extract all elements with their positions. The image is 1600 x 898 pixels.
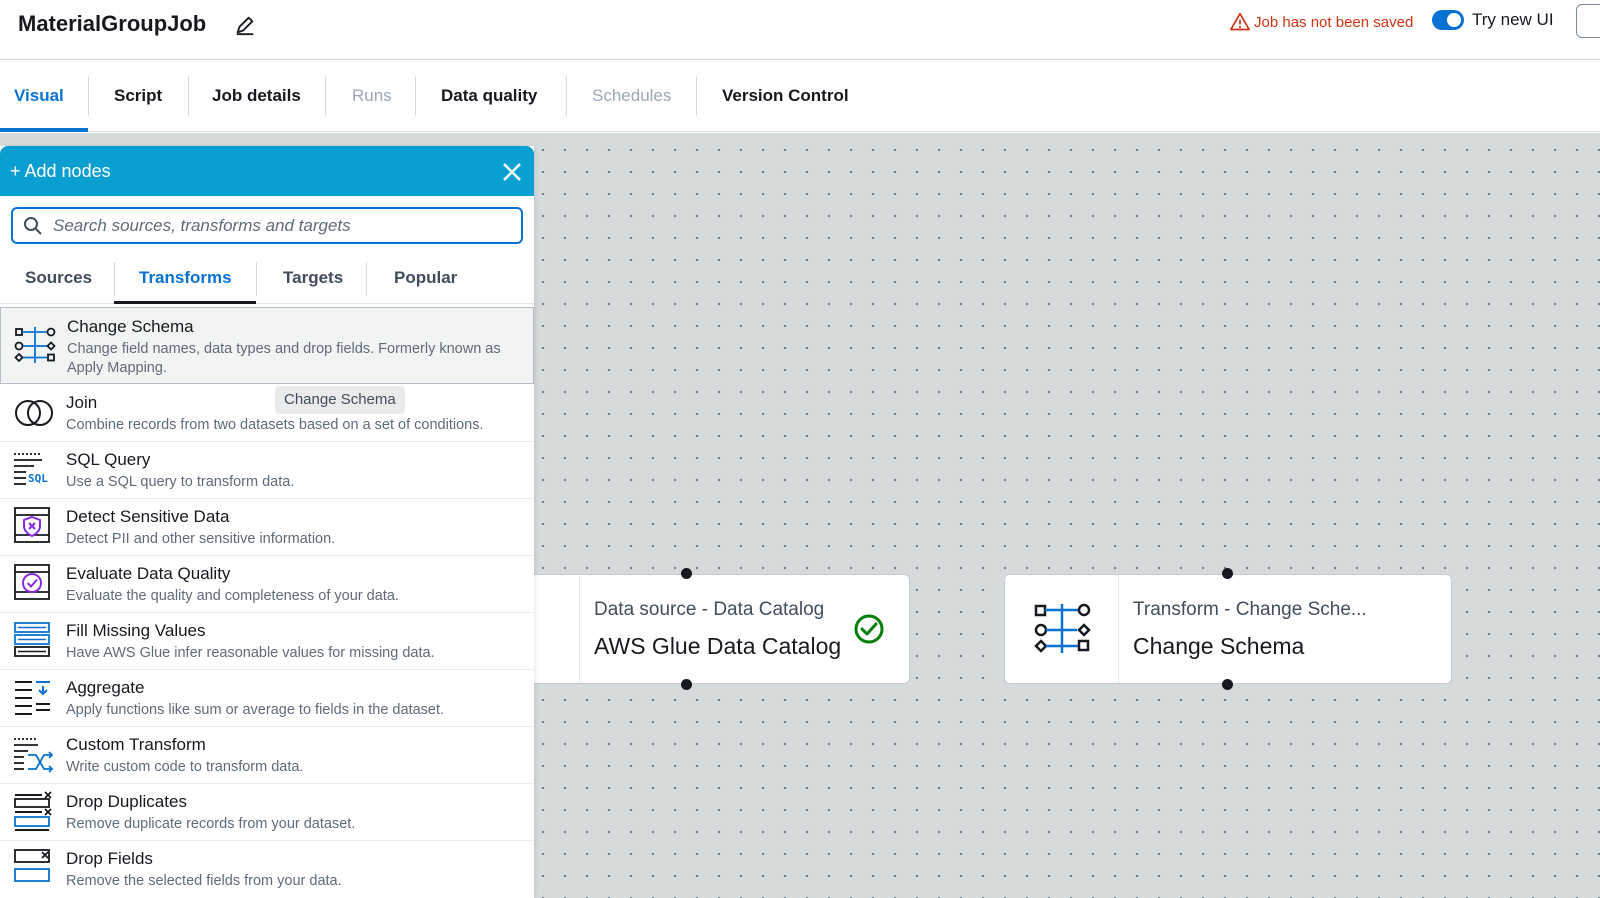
tab-data-quality[interactable]: Data quality: [441, 86, 537, 106]
list-item-drop-fields[interactable]: Drop Fields Remove the selected fields f…: [0, 841, 534, 898]
search-input[interactable]: [53, 213, 513, 239]
tab-divider: [415, 76, 416, 116]
item-name: Change Schema: [67, 317, 194, 336]
tab-divider: [88, 76, 89, 116]
item-name: Custom Transform: [66, 735, 206, 754]
tab-version-control[interactable]: Version Control: [722, 86, 849, 106]
node-title: AWS Glue Data Catalog: [594, 633, 842, 659]
tab-divider: [325, 76, 326, 116]
tab-visual[interactable]: Visual: [14, 86, 64, 106]
item-description: Combine records from two datasets based …: [66, 417, 484, 433]
node-input-port[interactable]: [681, 568, 692, 579]
join-icon: [15, 400, 53, 426]
list-item-detect-sensitive-data[interactable]: Detect Sensitive Data Detect PII and oth…: [0, 499, 534, 556]
tab-runs[interactable]: Runs: [352, 86, 392, 106]
node-subtitle: Data source - Data Catalog: [594, 599, 825, 620]
node-input-port[interactable]: [1222, 568, 1233, 579]
tab-divider: [256, 262, 257, 296]
panel-header: + Add nodes: [0, 146, 534, 196]
item-name: Drop Fields: [66, 849, 153, 868]
tab-schedules[interactable]: Schedules: [592, 86, 671, 106]
close-icon[interactable]: [501, 161, 523, 183]
drop-fields-icon: [14, 849, 50, 882]
node-title: Change Schema: [1133, 633, 1305, 659]
node-category-tabs: Sources Transforms Targets Popular: [0, 252, 534, 304]
tooltip: Change Schema: [275, 386, 405, 414]
fill-rows-icon: [14, 622, 50, 657]
header-bar: MaterialGroupJob Job has not been saved …: [0, 0, 1600, 60]
item-name: SQL Query: [66, 450, 151, 469]
list-item-sql-query[interactable]: SQL SQL Query Use a SQL query to transfo…: [0, 442, 534, 499]
drop-duplicates-icon: [14, 791, 52, 831]
tab-job-details[interactable]: Job details: [212, 86, 301, 106]
item-description: Evaluate the quality and completeness of…: [66, 588, 399, 604]
item-name: Fill Missing Values: [66, 621, 206, 640]
list-item-custom-transform[interactable]: Custom Transform Write custom code to tr…: [0, 727, 534, 784]
change-schema-icon: [14, 327, 56, 363]
tab-divider: [566, 76, 567, 116]
tab-divider: [188, 76, 189, 116]
item-description: Write custom code to transform data.: [66, 759, 304, 775]
sql-query-icon: SQL: [14, 453, 48, 485]
item-description: Remove duplicate records from your datas…: [66, 816, 356, 832]
add-nodes-panel: + Add nodes Sources Transforms Targets P…: [0, 146, 534, 898]
tab-divider: [696, 76, 697, 116]
job-title: MaterialGroupJob: [18, 11, 207, 36]
tab-divider: [114, 262, 115, 296]
job-tabs: Visual Script Job details Runs Data qual…: [0, 60, 1600, 132]
item-description: Apply functions like sum or average to f…: [66, 702, 445, 718]
list-item-change-schema[interactable]: Change Schema Change field names, data t…: [0, 307, 534, 384]
search-box: [11, 207, 523, 244]
list-item-evaluate-data-quality[interactable]: Evaluate Data Quality Evaluate the quali…: [0, 556, 534, 613]
check-circle-icon: [14, 564, 50, 600]
item-description: Remove the selected fields from your dat…: [66, 873, 342, 889]
tab-transforms[interactable]: Transforms: [139, 268, 232, 288]
item-name: Join: [66, 393, 98, 412]
tab-targets[interactable]: Targets: [283, 268, 343, 288]
header-action-button[interactable]: [1576, 4, 1600, 38]
svg-text:SQL: SQL: [28, 472, 48, 485]
list-item-drop-duplicates[interactable]: Drop Duplicates Remove duplicate records…: [0, 784, 534, 841]
shield-icon: [14, 507, 50, 543]
transform-node[interactable]: Transform - Change Sche... Change Schema: [1004, 574, 1452, 684]
toggle-label: Try new UI: [1472, 10, 1554, 29]
active-tab-indicator: [0, 128, 88, 132]
list-item-aggregate[interactable]: Aggregate Apply functions like sum or av…: [0, 670, 534, 727]
search-icon: [24, 217, 42, 235]
warning-icon: [1230, 12, 1250, 31]
node-icon-cell: [1005, 575, 1119, 683]
item-name: Evaluate Data Quality: [66, 564, 231, 583]
active-tab-indicator: [114, 301, 256, 304]
item-description: Use a SQL query to transform data.: [66, 474, 295, 490]
new-ui-toggle[interactable]: [1432, 10, 1464, 30]
item-name: Drop Duplicates: [66, 792, 187, 811]
tab-sources[interactable]: Sources: [25, 268, 92, 288]
list-item-join[interactable]: Join Combine records from two datasets b…: [0, 385, 534, 442]
panel-title: + Add nodes: [10, 161, 111, 181]
node-output-port[interactable]: [1222, 679, 1233, 690]
item-name: Detect Sensitive Data: [66, 507, 230, 526]
item-description: Detect PII and other sensitive informati…: [66, 531, 336, 547]
list-item-fill-missing-values[interactable]: Fill Missing Values Have AWS Glue infer …: [0, 613, 534, 670]
success-check-icon: [854, 614, 884, 644]
item-name: Aggregate: [66, 678, 145, 697]
warning-text: Job has not been saved: [1254, 13, 1414, 31]
change-schema-icon: [1034, 603, 1091, 653]
aggregate-icon: [15, 681, 50, 715]
item-description: Have AWS Glue infer reasonable values fo…: [66, 645, 435, 661]
node-subtitle: Transform - Change Sche...: [1133, 599, 1367, 620]
tab-popular[interactable]: Popular: [394, 268, 457, 288]
tab-script[interactable]: Script: [114, 86, 162, 106]
unsaved-warning: Job has not been saved: [1230, 12, 1413, 32]
tab-divider: [366, 262, 367, 296]
item-description: Change field names, data types and drop …: [67, 341, 501, 376]
node-output-port[interactable]: [681, 679, 692, 690]
pencil-icon[interactable]: [234, 14, 256, 36]
custom-transform-icon: [14, 738, 54, 773]
